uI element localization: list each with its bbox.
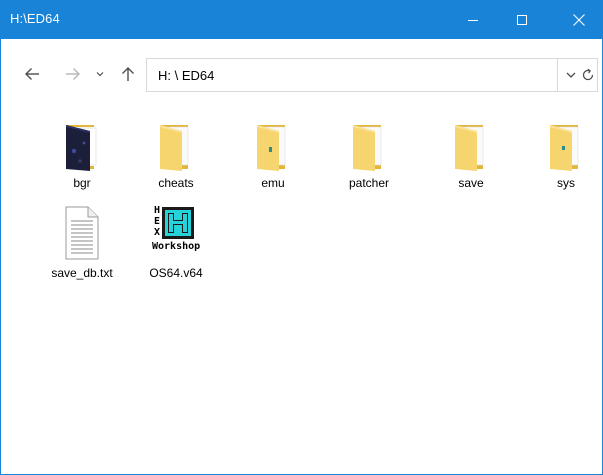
file-item[interactable]: H E X Workshop OS64.v64	[138, 205, 214, 285]
item-label: OS64.v64	[149, 266, 203, 280]
minimize-icon	[467, 20, 478, 21]
arrow-right-icon	[66, 68, 80, 80]
close-icon	[572, 14, 585, 26]
arrow-up-icon	[122, 67, 134, 81]
text-file-icon	[65, 206, 99, 260]
folder-icon	[455, 125, 484, 171]
folder-icon	[160, 125, 189, 171]
explorer-window: H:\ED64 H: \ ED64 bgr cheats emu patcher…	[0, 0, 603, 475]
address-path[interactable]: H: \ ED64	[158, 68, 214, 83]
hex-workshop-icon: H E X Workshop	[152, 205, 200, 252]
hex-workshop-wordmark: Workshop	[152, 241, 200, 252]
folder-item[interactable]: save	[433, 115, 509, 195]
address-bar[interactable]: H: \ ED64	[146, 58, 598, 92]
back-button[interactable]	[19, 58, 45, 90]
address-divider	[557, 59, 558, 91]
close-button[interactable]	[556, 1, 601, 39]
folder-item[interactable]: sys	[528, 115, 602, 195]
chevron-down-icon	[566, 72, 576, 78]
arrow-left-icon	[25, 68, 39, 80]
hex-letter-h: H	[154, 205, 160, 216]
folder-icon	[353, 125, 382, 171]
title-bar[interactable]: H:\ED64	[1, 1, 602, 39]
folder-item[interactable]: bgr	[44, 115, 120, 195]
item-label: cheats	[158, 176, 194, 190]
refresh-icon	[582, 68, 594, 81]
window-title: H:\ED64	[10, 11, 60, 26]
item-label: bgr	[73, 176, 91, 190]
item-label: save_db.txt	[51, 266, 113, 280]
item-label: emu	[261, 176, 285, 190]
item-label: sys	[557, 176, 575, 190]
hex-letter-x: X	[154, 227, 160, 238]
forward-button[interactable]	[60, 58, 86, 90]
chevron-down-icon	[96, 72, 104, 77]
folder-item[interactable]: patcher	[331, 115, 407, 195]
refresh-button[interactable]	[577, 59, 599, 91]
folder-icon	[257, 125, 286, 171]
item-label: save	[458, 176, 484, 190]
folder-item[interactable]: cheats	[138, 115, 214, 195]
file-item[interactable]: save_db.txt	[44, 205, 120, 285]
maximize-button[interactable]	[499, 1, 544, 39]
recent-locations-button[interactable]	[91, 58, 109, 90]
folder-item[interactable]: emu	[235, 115, 311, 195]
up-button[interactable]	[115, 58, 141, 90]
minimize-button[interactable]	[450, 1, 495, 39]
folder-icon	[550, 125, 579, 171]
file-list: bgr cheats emu patcher save sys save_db.…	[1, 115, 602, 474]
hex-letter-e: E	[154, 216, 160, 227]
navigation-bar: H: \ ED64	[1, 39, 602, 115]
folder-dark-icon	[66, 125, 97, 171]
item-label: patcher	[348, 176, 390, 190]
maximize-icon	[516, 15, 527, 25]
